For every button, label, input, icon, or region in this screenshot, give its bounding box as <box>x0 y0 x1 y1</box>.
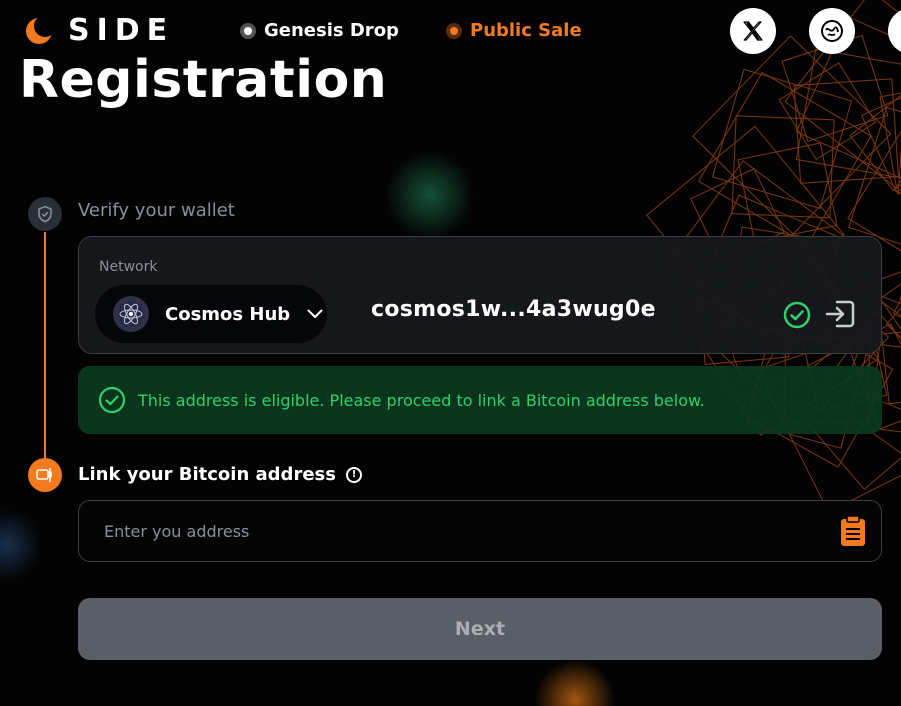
swirl-square <box>879 78 901 194</box>
network-label: Network <box>99 259 158 275</box>
registration-page: SIDE Genesis Drop Public Sale Registrati… <box>0 0 901 706</box>
wallet-link-icon <box>28 458 62 492</box>
brand-name: SIDE <box>68 13 175 48</box>
eligibility-message: This address is eligible. Please proceed… <box>138 390 705 410</box>
swirl-square <box>697 71 872 246</box>
next-button[interactable]: Next <box>78 598 882 660</box>
swirl-square <box>892 226 901 360</box>
x-twitter-icon <box>743 21 763 41</box>
swirl-square <box>880 325 901 405</box>
swirl-square <box>692 35 892 235</box>
phase-dot-icon <box>240 22 256 39</box>
x-twitter-link[interactable] <box>730 8 776 54</box>
swirl-square <box>885 240 901 400</box>
discord-icon <box>821 20 843 42</box>
shield-check-icon <box>28 197 62 231</box>
step-label-verify: Verify your wallet <box>78 200 235 221</box>
check-circle-icon <box>98 386 126 414</box>
network-selector[interactable]: Cosmos Hub <box>95 285 327 343</box>
side-logo-icon <box>24 15 56 46</box>
bitcoin-address-input[interactable] <box>79 501 819 561</box>
disconnect-icon[interactable] <box>823 297 857 331</box>
swirl-square <box>731 115 835 219</box>
swirl-square <box>879 226 901 404</box>
network-name: Cosmos Hub <box>165 303 291 325</box>
info-icon[interactable]: ! <box>345 466 362 483</box>
swirl-square <box>778 62 877 161</box>
swirl-square <box>737 142 838 243</box>
cosmos-atom-icon <box>113 296 149 332</box>
phase-dot-icon <box>446 22 462 39</box>
swirl-square <box>793 78 900 184</box>
bitcoin-address-field <box>78 500 882 562</box>
network-card: Network Cosmos Hub cosmos1w...4a3wug0e <box>78 236 882 354</box>
phase-label: Public Sale <box>470 20 582 41</box>
social-link-extra[interactable] <box>888 8 901 54</box>
swirl-square <box>795 48 901 180</box>
discord-link[interactable] <box>809 8 855 54</box>
phase-genesis-drop[interactable]: Genesis Drop <box>240 20 399 41</box>
swirl-square <box>711 68 853 210</box>
check-circle-icon <box>783 301 811 329</box>
chevron-down-icon <box>306 305 324 323</box>
eligibility-notice: This address is eligible. Please proceed… <box>78 366 882 434</box>
step-label-link: Link your Bitcoin address ! <box>78 464 362 485</box>
page-title: Registration <box>19 50 388 110</box>
swirl-square <box>861 80 901 193</box>
clipboard-icon[interactable] <box>839 515 867 547</box>
step-label-text: Link your Bitcoin address <box>78 464 336 485</box>
phase-public-sale[interactable]: Public Sale <box>446 20 582 41</box>
brand[interactable]: SIDE <box>24 14 174 48</box>
phase-label: Genesis Drop <box>264 20 399 41</box>
swirl-square <box>849 91 901 192</box>
stepper-connector <box>44 232 46 458</box>
wallet-address: cosmos1w...4a3wug0e <box>371 297 656 322</box>
